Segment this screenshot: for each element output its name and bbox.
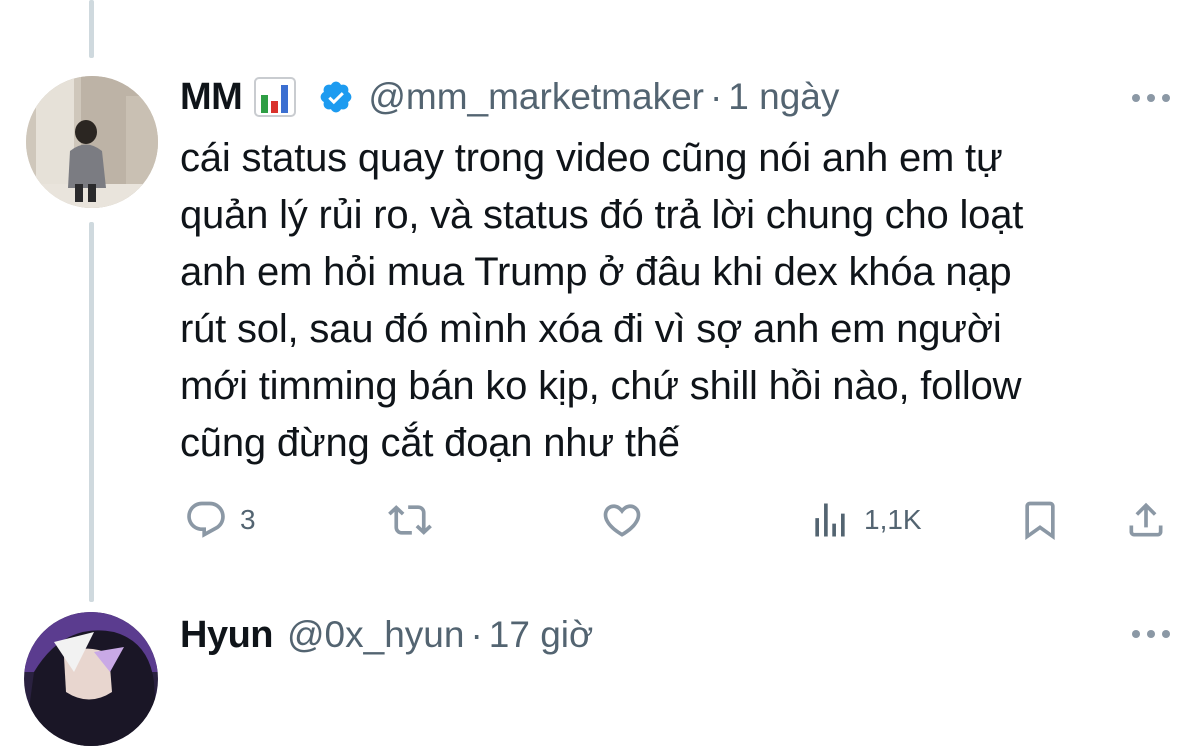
verified-badge-icon	[320, 81, 352, 113]
tweet-text-line: anh em hỏi mua Trump ở đâu khi dex khóa …	[180, 250, 1012, 294]
author-handle-next[interactable]: @0x_hyun	[287, 614, 464, 656]
heart-icon	[603, 504, 641, 537]
more-options-icon-next[interactable]	[1132, 630, 1170, 638]
tweet-text-line: rút sol, sau đó mình xóa đi vì sợ anh em…	[180, 307, 1002, 351]
reply-count: 3	[240, 504, 256, 535]
views-button[interactable]: 1,1K	[808, 492, 922, 548]
tweet-header-next: Hyun @0x_hyun · 17 giờ	[180, 610, 593, 660]
tweet-text-line: mới timming bán ko kịp, chứ shill hồi nà…	[180, 364, 1022, 408]
share-button[interactable]	[1124, 492, 1168, 548]
thread-line-top	[89, 0, 94, 58]
bookmark-icon	[1025, 501, 1055, 541]
avatar-next[interactable]	[24, 612, 158, 746]
author-handle[interactable]: @mm_marketmaker	[368, 76, 704, 118]
retweet-button[interactable]	[388, 492, 432, 548]
tweet-text-line: cũng đừng cắt đoạn như thế	[180, 421, 680, 465]
separator-dot-next: ·	[470, 614, 483, 655]
more-options-icon[interactable]	[1132, 94, 1170, 102]
avatar[interactable]	[26, 76, 158, 208]
views-bar-chart-icon	[815, 503, 845, 537]
author-name[interactable]: MM	[180, 76, 243, 119]
tweet-text: cái status quay trong video cũng nói anh…	[180, 130, 1180, 472]
author-name-next[interactable]: Hyun	[180, 614, 274, 657]
tweet-text-line: cái status quay trong video cũng nói anh…	[180, 136, 1003, 180]
views-count: 1,1K	[864, 504, 922, 535]
reply-button[interactable]: 3	[184, 492, 256, 548]
timestamp-next[interactable]: 17 giờ	[489, 614, 594, 656]
share-icon	[1129, 502, 1163, 537]
tweet-text-line: quản lý rủi ro, và status đó trả lời chu…	[180, 193, 1024, 237]
like-button[interactable]	[600, 492, 644, 548]
separator-dot: ·	[709, 76, 723, 117]
reply-icon	[187, 501, 225, 538]
bar-chart-emoji-icon	[254, 77, 297, 117]
timestamp[interactable]: 1 ngày	[728, 76, 839, 118]
bookmark-button[interactable]	[1018, 492, 1062, 548]
thread-line	[89, 222, 94, 602]
share-icon-partial[interactable]	[1144, 0, 1178, 8]
retweet-icon	[388, 505, 432, 535]
tweet-actions: 3 1,1K	[180, 492, 1180, 548]
tweet-header: MM @mm_marketmaker · 1 ngày	[180, 72, 839, 122]
